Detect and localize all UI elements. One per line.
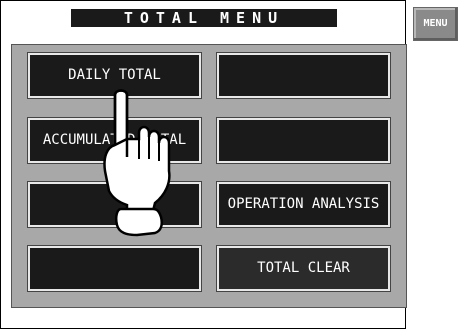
screen-title: TOTAL MENU bbox=[71, 9, 337, 27]
menu-button[interactable]: MENU bbox=[413, 7, 458, 41]
daily-total-button[interactable]: DAILY TOTAL bbox=[27, 52, 202, 99]
blank-key-4[interactable] bbox=[27, 245, 202, 292]
blank-key-3[interactable] bbox=[27, 181, 202, 228]
touch-screen: TOTAL MENU DAILY TOTAL ACCUMULATED TOTAL… bbox=[0, 0, 407, 329]
blank-key-1[interactable] bbox=[216, 52, 391, 99]
operation-analysis-button[interactable]: OPERATION ANALYSIS bbox=[216, 181, 391, 228]
total-menu-panel: DAILY TOTAL ACCUMULATED TOTAL OPERATION … bbox=[11, 44, 407, 308]
blank-key-2[interactable] bbox=[216, 117, 391, 164]
accumulated-total-button[interactable]: ACCUMULATED TOTAL bbox=[27, 117, 202, 164]
total-clear-button[interactable]: TOTAL CLEAR bbox=[216, 245, 391, 292]
